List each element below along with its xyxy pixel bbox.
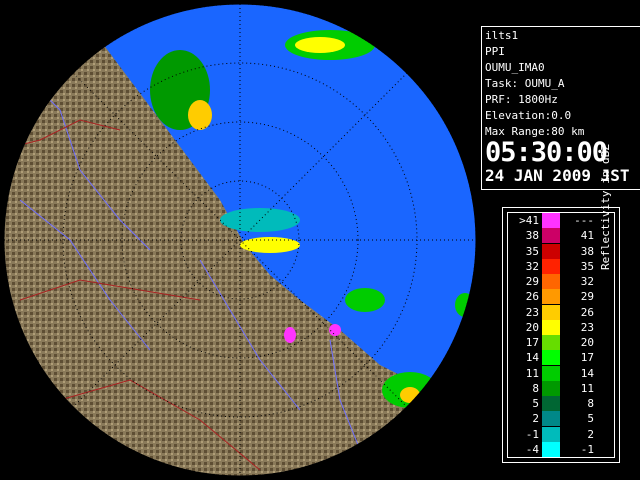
- legend-row: 20 23: [508, 319, 614, 335]
- legend-high-value: 26: [580, 305, 594, 319]
- legend-high-value: 41: [580, 229, 594, 243]
- station-label: OUMU_IMA0: [485, 61, 545, 74]
- legend-color-swatch: [542, 274, 560, 289]
- prf-label: PRF: 1800Hz: [485, 93, 558, 106]
- elevation-label: Elevation:0.0: [485, 109, 572, 122]
- legend-row: -4 -1: [508, 441, 614, 457]
- radar-ppi-map[interactable]: [0, 0, 480, 480]
- legend-color-swatch: [542, 396, 560, 411]
- legend-color-swatch: [542, 380, 560, 396]
- legend-low-value: 23: [525, 305, 539, 319]
- legend-high-value: -1: [580, 442, 594, 456]
- legend-row: 14 17: [508, 350, 614, 366]
- legend-row: 11 14: [508, 365, 614, 381]
- legend-low-value: 17: [525, 336, 539, 349]
- legend-low-value: 5: [532, 397, 539, 410]
- legend-low-value: -1: [525, 427, 539, 441]
- legend-row: 26 29: [508, 289, 614, 305]
- legend-color-swatch: [542, 243, 560, 259]
- legend-high-value: ---: [574, 214, 594, 227]
- legend-color-swatch: [542, 441, 560, 457]
- reflectivity-legend: >41 --- 38 41 35 38 32 35 29 32 26 29 23 26 20 23 17 20 14…: [502, 144, 620, 463]
- legend-color-swatch: [542, 350, 560, 366]
- legend-low-value: -4: [525, 442, 539, 456]
- legend-color-swatch: [542, 258, 560, 274]
- legend-low-value: >41: [519, 214, 539, 227]
- legend-low-value: 20: [525, 320, 539, 334]
- legend-row: -1 2: [508, 426, 614, 442]
- legend-low-value: 11: [525, 366, 539, 380]
- legend-high-value: 23: [580, 320, 594, 334]
- scan-info-panel: ilts1 PPI OUMU_IMA0 Task: OUMU_A PRF: 18…: [481, 26, 640, 190]
- legend-high-value: 8: [587, 397, 594, 410]
- legend-low-value: 2: [532, 412, 539, 426]
- legend-high-value: 35: [580, 259, 594, 273]
- legend-color-swatch: [542, 411, 560, 427]
- legend-low-value: 29: [525, 275, 539, 288]
- scan-time: 05:30:00: [485, 137, 608, 168]
- legend-row: 29 32: [508, 274, 614, 289]
- legend-color-swatch: [542, 319, 560, 335]
- legend-high-value: 38: [580, 244, 594, 258]
- legend-color-swatch: [542, 335, 560, 350]
- legend-high-value: 17: [580, 351, 594, 365]
- site-label: ilts1: [485, 29, 519, 42]
- legend-color-swatch: [542, 289, 560, 305]
- legend-row: 8 11: [508, 380, 614, 396]
- legend-color-swatch: [542, 304, 560, 320]
- legend-low-value: 26: [525, 290, 539, 304]
- legend-color-swatch: [542, 426, 560, 442]
- legend-high-value: 20: [580, 336, 594, 349]
- legend-color-swatch: [542, 365, 560, 381]
- legend-low-value: 38: [525, 229, 539, 243]
- legend-low-value: 14: [525, 351, 539, 365]
- legend-low-value: 35: [525, 244, 539, 258]
- legend-color-swatch: [542, 213, 560, 228]
- legend-high-value: 14: [580, 366, 594, 380]
- task-label: Task: OUMU_A: [485, 77, 565, 90]
- legend-high-value: 32: [580, 275, 594, 288]
- radar-display: ilts1 PPI OUMU_IMA0 Task: OUMU_A PRF: 18…: [0, 0, 640, 480]
- legend-high-value: 5: [587, 412, 594, 426]
- legend-row: 17 20: [508, 335, 614, 350]
- legend-high-value: 29: [580, 290, 594, 304]
- legend-color-swatch: [542, 228, 560, 244]
- legend-row: 23 26: [508, 304, 614, 320]
- legend-row: 25: [508, 411, 614, 427]
- legend-high-value: 11: [580, 381, 594, 395]
- legend-high-value: 2: [587, 427, 594, 441]
- product-label: PPI: [485, 45, 505, 58]
- legend-low-value: 8: [532, 381, 539, 395]
- legend-row: 58: [508, 396, 614, 411]
- legend-unit-label: Reflectivity in dBZ: [599, 144, 612, 270]
- legend-low-value: 32: [525, 259, 539, 273]
